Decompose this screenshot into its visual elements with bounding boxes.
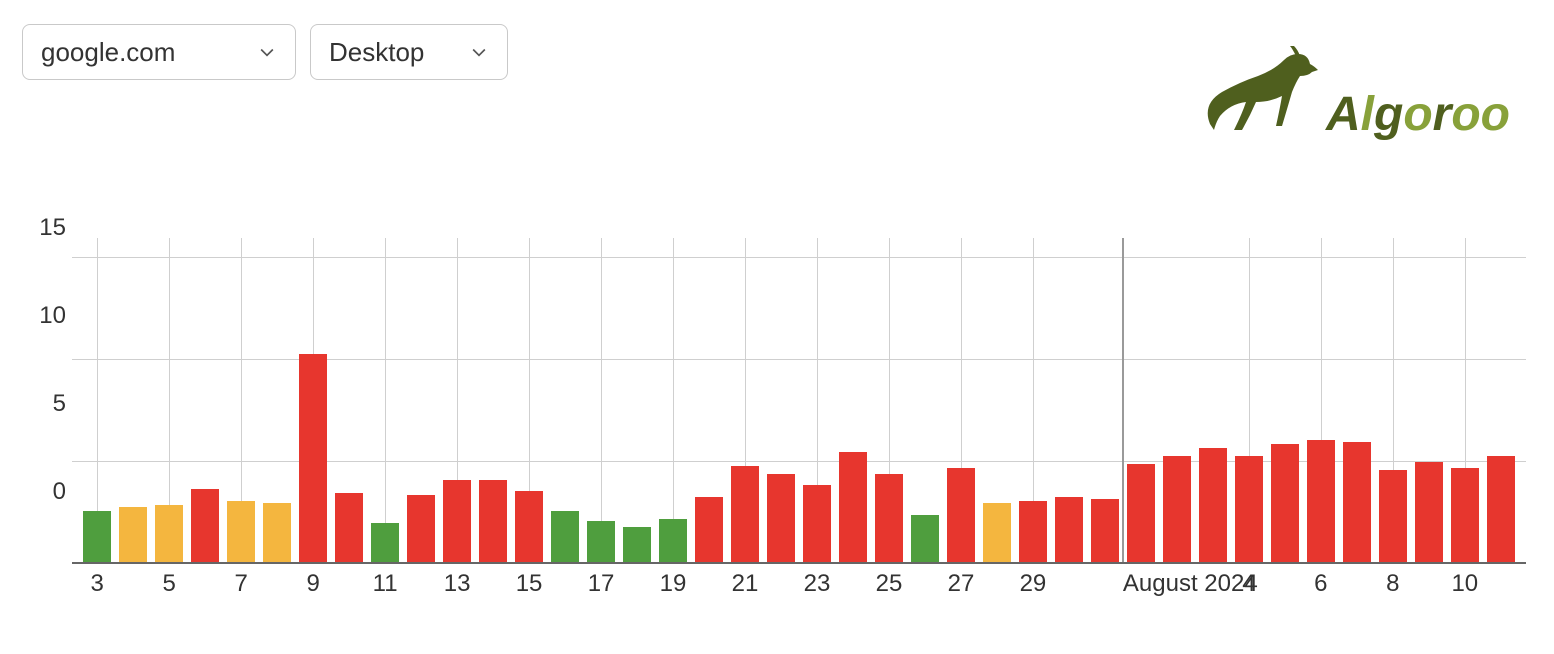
bar[interactable] [803, 485, 831, 564]
bar[interactable] [767, 474, 795, 564]
bar[interactable] [1379, 470, 1407, 564]
bar[interactable] [191, 489, 219, 564]
x-tick-label: 13 [444, 570, 471, 598]
x-tick-label: 19 [660, 570, 687, 598]
bar[interactable] [587, 521, 615, 564]
x-tick-label: 25 [876, 570, 903, 598]
x-tick-label: August 2024 [1123, 570, 1258, 598]
header: google.com Desktop Algoroo [22, 24, 1532, 94]
bar[interactable] [1235, 456, 1263, 564]
bar[interactable] [1451, 468, 1479, 564]
bar[interactable] [407, 495, 435, 564]
bars-layer [72, 238, 1526, 564]
algoroo-serp-volatility-widget: { "header": { "domain_select": "google.c… [0, 0, 1554, 654]
bar[interactable] [299, 354, 327, 564]
chevron-down-icon [469, 42, 489, 62]
kangaroo-icon [1200, 46, 1320, 139]
bar[interactable] [227, 501, 255, 564]
bar[interactable] [839, 452, 867, 564]
y-tick-label: 10 [28, 302, 72, 330]
bar[interactable] [515, 491, 543, 564]
x-tick-label: 11 [373, 570, 398, 598]
brand-logo: Algoroo [1200, 46, 1510, 139]
bar[interactable] [1487, 456, 1515, 564]
bar[interactable] [1199, 448, 1227, 564]
brand-wordmark: Algoroo [1326, 91, 1510, 139]
device-select-value: Desktop [329, 37, 424, 68]
bar[interactable] [875, 474, 903, 564]
domain-select[interactable]: google.com [22, 24, 296, 80]
x-tick-label: 17 [588, 570, 615, 598]
bar[interactable] [947, 468, 975, 564]
bar[interactable] [119, 507, 147, 564]
x-tick-label: 9 [306, 570, 319, 598]
bar[interactable] [731, 466, 759, 564]
bar[interactable] [1271, 444, 1299, 564]
x-tick-label: 7 [234, 570, 247, 598]
x-tick-label: 15 [516, 570, 543, 598]
bar[interactable] [695, 497, 723, 564]
y-axis: 051015 [28, 238, 72, 564]
bar[interactable] [1307, 440, 1335, 564]
plot-area [72, 238, 1526, 564]
bar[interactable] [551, 511, 579, 564]
bar[interactable] [659, 519, 687, 564]
domain-select-value: google.com [41, 37, 175, 68]
bar[interactable] [335, 493, 363, 564]
bar[interactable] [623, 527, 651, 564]
x-tick-label: 3 [91, 570, 104, 598]
bar[interactable] [1343, 442, 1371, 564]
x-tick-label: 29 [1020, 570, 1047, 598]
x-axis: 3 5 7 9 11 13 15 17 19 21 23 25 27 29 August 20244 6 8 10 [72, 564, 1526, 608]
bar[interactable] [263, 503, 291, 564]
bar[interactable] [1163, 456, 1191, 564]
bar[interactable] [1091, 499, 1119, 564]
chevron-down-icon [257, 42, 277, 62]
bar[interactable] [83, 511, 111, 564]
x-tick-label: 10 [1451, 570, 1478, 598]
x-tick-label: 21 [732, 570, 759, 598]
y-tick-label: 5 [28, 390, 72, 418]
bar[interactable] [1019, 501, 1047, 564]
y-tick-label: 0 [28, 478, 72, 506]
device-select[interactable]: Desktop [310, 24, 508, 80]
x-tick-label: 8 [1386, 570, 1399, 598]
bar[interactable] [1415, 462, 1443, 564]
bar[interactable] [1127, 464, 1155, 564]
bar[interactable] [443, 480, 471, 564]
volatility-chart: 0 5 10 15 3 5 7 9 11 13 15 17 19 21 23 25 27 29 August 20… [28, 238, 1526, 608]
x-tick-label: 5 [162, 570, 175, 598]
x-tick-label: 6 [1314, 570, 1327, 598]
x-tick-label: 23 [804, 570, 831, 598]
bar[interactable] [911, 515, 939, 564]
bar[interactable] [479, 480, 507, 564]
y-tick-label: 15 [28, 214, 72, 242]
x-tick-label: 27 [948, 570, 975, 598]
bar[interactable] [371, 523, 399, 564]
bar[interactable] [1055, 497, 1083, 564]
bar[interactable] [983, 503, 1011, 564]
x-tick-label: 4 [1242, 570, 1255, 598]
bar[interactable] [155, 505, 183, 564]
